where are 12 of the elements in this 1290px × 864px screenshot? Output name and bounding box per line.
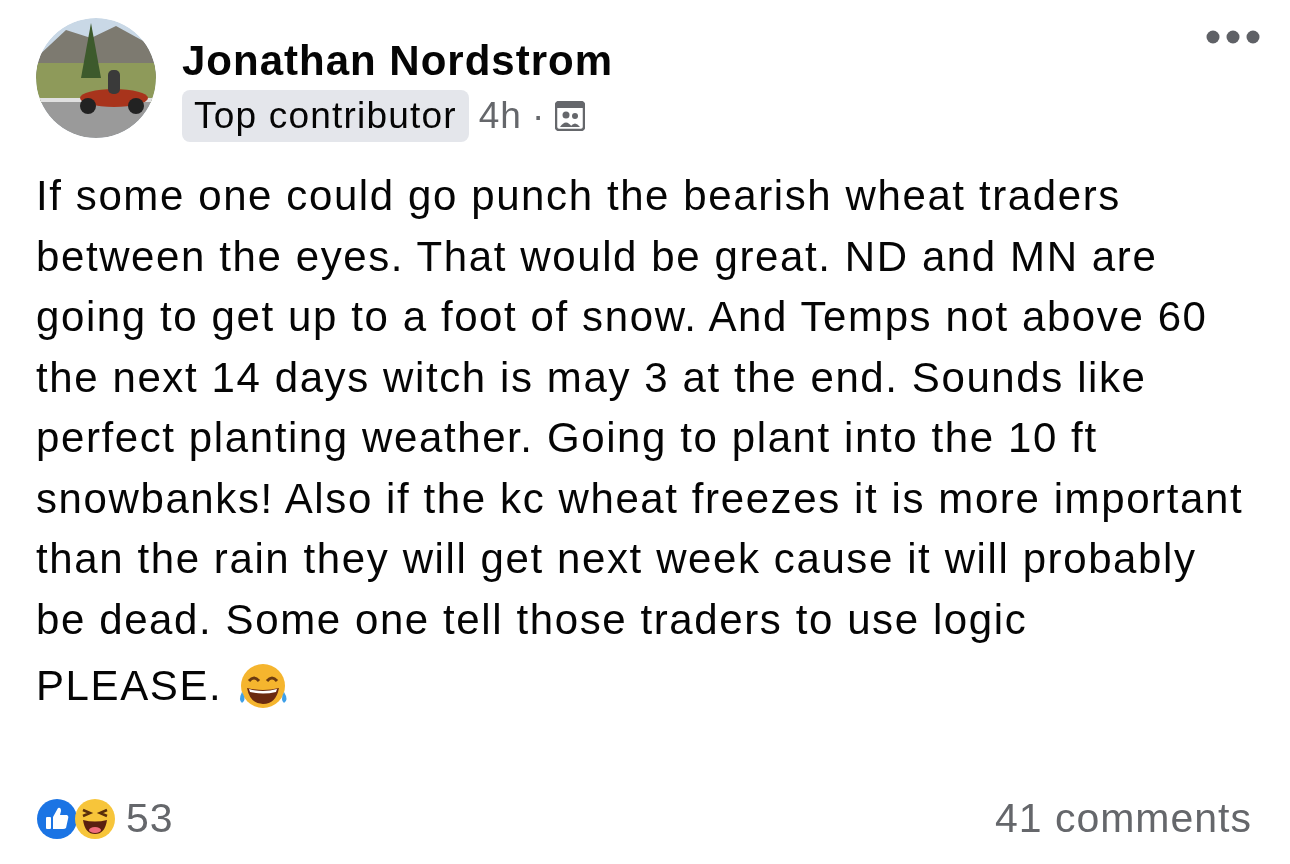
separator-dot: ·: [531, 95, 546, 137]
comments-link[interactable]: 41 comments: [994, 795, 1252, 842]
more-options-icon[interactable]: [1206, 30, 1260, 44]
author-name[interactable]: Jonathan Nordstrom: [182, 38, 614, 84]
reaction-count[interactable]: 53: [126, 795, 174, 842]
group-icon: [555, 101, 586, 131]
post-text: If some one could go punch the bearish wheat traders between the eyes. That would be great. ND and MN are going to get up to a foot of snow. And Temps not above 60 the next 14 days witch is may 3 at the end. Sounds like perfect planting weather. Going to plant into the 10 ft snowbanks! Also if the kc wheat freezes it is more important than the rain they will get next week cause it will probably be dead. Some one tell those traders to use logic: [36, 171, 1245, 645]
laughing-reaction-icon[interactable]: [74, 797, 116, 840]
post-time[interactable]: 4h: [478, 95, 522, 137]
like-reaction-icon[interactable]: [36, 797, 78, 840]
contributor-badge: Top contributor: [182, 90, 469, 142]
post-text: PLEASE.: [36, 661, 223, 711]
